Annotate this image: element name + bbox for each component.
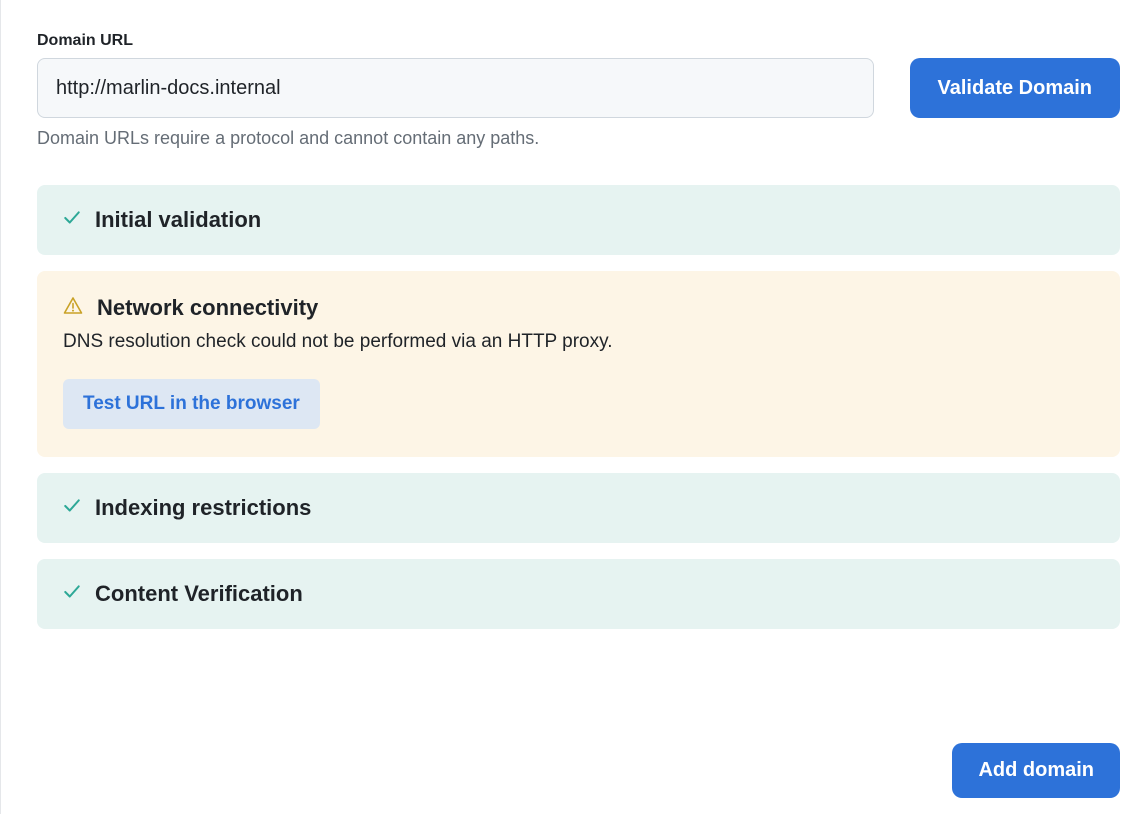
validate-domain-button[interactable]: Validate Domain bbox=[910, 58, 1121, 118]
content-verification-title: Content Verification bbox=[95, 581, 303, 607]
network-connectivity-title: Network connectivity bbox=[97, 295, 318, 321]
network-connectivity-header: Network connectivity bbox=[63, 295, 1094, 321]
check-icon bbox=[63, 583, 81, 606]
indexing-restrictions-header: Indexing restrictions bbox=[63, 495, 1094, 521]
domain-url-label: Domain URL bbox=[37, 32, 1120, 50]
warning-icon bbox=[63, 296, 83, 321]
check-icon bbox=[63, 209, 81, 232]
domain-input-row: Validate Domain bbox=[37, 58, 1120, 118]
network-connectivity-message: DNS resolution check could not be perfor… bbox=[63, 331, 1094, 353]
initial-validation-title: Initial validation bbox=[95, 207, 261, 233]
check-icon bbox=[63, 497, 81, 520]
domain-url-helper: Domain URLs require a protocol and canno… bbox=[37, 128, 1120, 149]
indexing-restrictions-title: Indexing restrictions bbox=[95, 495, 311, 521]
indexing-restrictions-card: Indexing restrictions bbox=[37, 473, 1120, 543]
add-domain-button[interactable]: Add domain bbox=[952, 743, 1120, 798]
footer: Add domain bbox=[952, 743, 1120, 798]
initial-validation-card: Initial validation bbox=[37, 185, 1120, 255]
content-verification-card: Content Verification bbox=[37, 559, 1120, 629]
domain-url-input[interactable] bbox=[37, 58, 874, 118]
initial-validation-header: Initial validation bbox=[63, 207, 1094, 233]
network-connectivity-card: Network connectivity DNS resolution chec… bbox=[37, 271, 1120, 457]
test-url-button[interactable]: Test URL in the browser bbox=[63, 379, 320, 429]
content-verification-header: Content Verification bbox=[63, 581, 1094, 607]
